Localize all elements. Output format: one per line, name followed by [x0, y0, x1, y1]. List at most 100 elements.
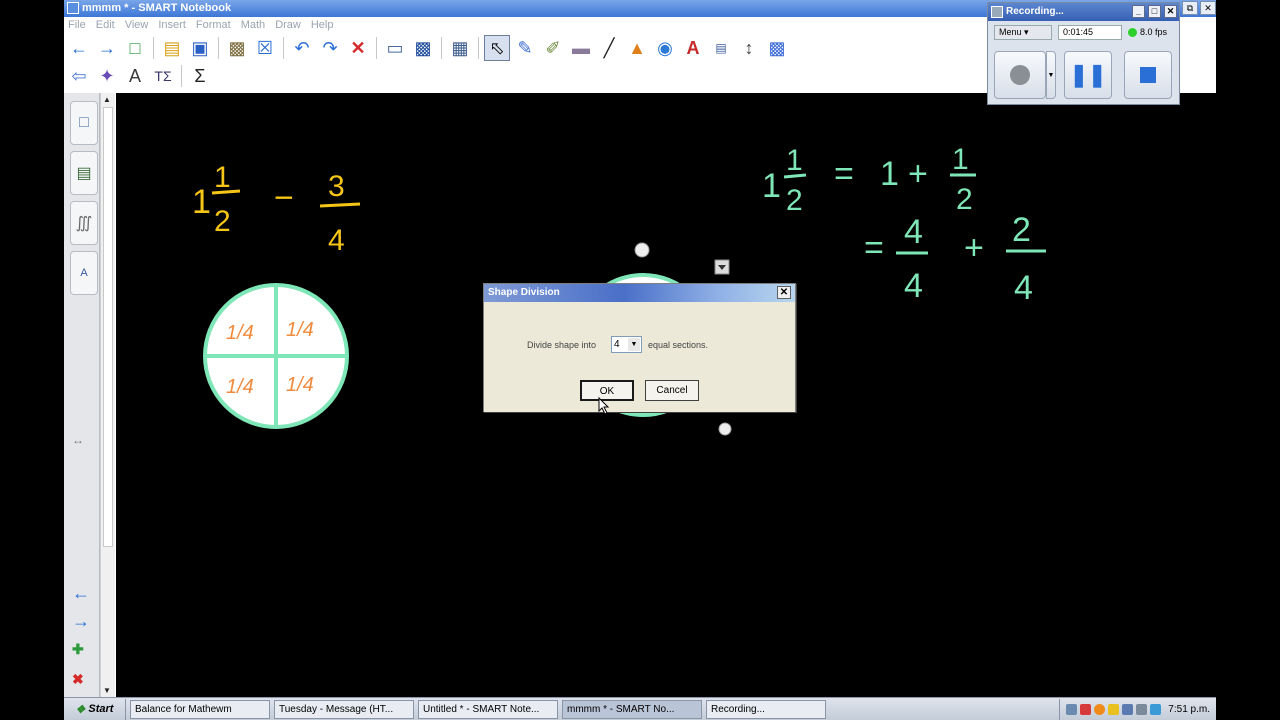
table-icon[interactable]: ▦: [447, 35, 473, 61]
tray-icon[interactable]: [1080, 703, 1092, 715]
shape-division-dialog: Shape Division ✕ Divide shape into 4 ▼ e…: [483, 283, 796, 412]
left-frac-bar-2: [319, 202, 361, 208]
add-page-icon[interactable]: ✚: [72, 641, 84, 658]
recorder-window: Recording... _ □ ✕ Menu ▾ 0:01:45 8.0 fp…: [987, 2, 1180, 105]
scroll-up-icon[interactable]: ▲: [103, 95, 111, 104]
record-button[interactable]: [994, 51, 1046, 99]
cancel-button[interactable]: Cancel: [645, 380, 699, 401]
delete-icon[interactable]: ✕: [345, 35, 371, 61]
menu-edit[interactable]: Edit: [96, 17, 115, 33]
menu-format[interactable]: Format: [196, 17, 231, 33]
sections-select[interactable]: 4 ▼: [611, 336, 642, 353]
sigma-icon[interactable]: Σ: [187, 63, 213, 89]
math-tools-icon[interactable]: ▩: [764, 35, 790, 61]
resize-handle[interactable]: [718, 422, 732, 436]
stop-button[interactable]: [1124, 51, 1172, 99]
page-sorter-tab[interactable]: □: [70, 101, 98, 145]
select-icon[interactable]: ⬁: [484, 35, 510, 61]
menu-view[interactable]: View: [125, 17, 149, 33]
status-dot-icon: [1128, 27, 1137, 37]
right-num-a: 4: [904, 213, 923, 251]
forward-icon[interactable]: →: [94, 35, 120, 61]
tray-icon[interactable]: [1122, 703, 1134, 715]
tray-icon[interactable]: [1094, 703, 1106, 715]
redo-icon[interactable]: ↷: [317, 35, 343, 61]
start-button[interactable]: ❖ Start: [64, 698, 126, 720]
move-toolbar-icon[interactable]: ↕: [736, 35, 762, 61]
open-icon[interactable]: ▤: [159, 35, 185, 61]
main-toolbar: ← → □ ▤ ▣ ▩ ☒ ↶ ↷ ✕ ▭ ▩ ▦ ⬁ ✎ ✐ ▬ ╱ ▲ ◉ …: [64, 34, 790, 62]
resize-icon[interactable]: ↔: [72, 433, 84, 447]
left-num: 1: [214, 161, 231, 194]
left-den2: 4: [328, 224, 345, 257]
recorder-minimize-button[interactable]: _: [1132, 5, 1145, 18]
tray-icon[interactable]: [1136, 703, 1148, 715]
task-untitled-notebook[interactable]: Untitled * - SMART Note...: [418, 699, 558, 719]
shapes-icon[interactable]: ▲: [624, 35, 650, 61]
attachments-tab[interactable]: ∭: [70, 201, 98, 245]
save-icon[interactable]: ▣: [187, 35, 213, 61]
previous-page-icon[interactable]: ⇦: [66, 63, 92, 89]
fill-icon[interactable]: ◉: [652, 35, 678, 61]
task-balance[interactable]: Balance for Mathewm: [130, 699, 270, 719]
pause-button[interactable]: ❚❚: [1064, 51, 1112, 99]
paste-icon[interactable]: ▩: [224, 35, 250, 61]
delete-page-nav-icon[interactable]: ✖: [72, 671, 84, 688]
tray-icon[interactable]: [1066, 703, 1078, 715]
chevron-down-icon: ▼: [1047, 71, 1055, 79]
vertical-scrollbar[interactable]: ▲ ▼: [100, 93, 115, 697]
system-tray: 7:51 p.m.: [1059, 698, 1216, 720]
quartered-circle[interactable]: [203, 283, 349, 429]
fps-indicator: 8.0 fps: [1128, 27, 1167, 37]
magic-pen-icon[interactable]: ✦: [94, 63, 120, 89]
record-options-button[interactable]: ▼: [1046, 51, 1056, 99]
properties-tab[interactable]: A: [70, 251, 98, 295]
task-label: Balance for Mathewm: [135, 703, 232, 715]
delete-page-icon[interactable]: ☒: [252, 35, 278, 61]
chevron-down-icon[interactable]: ▼: [628, 338, 640, 351]
undo-icon[interactable]: ↶: [289, 35, 315, 61]
menu-draw[interactable]: Draw: [275, 17, 301, 33]
restore-button[interactable]: ⧉: [1182, 1, 1198, 15]
tray-icon[interactable]: [1150, 703, 1162, 715]
recorder-maximize-button[interactable]: □: [1148, 5, 1161, 18]
recorder-close-button[interactable]: ✕: [1164, 5, 1177, 18]
eraser-icon[interactable]: ▬: [568, 35, 594, 61]
full-screen-icon[interactable]: ▭: [382, 35, 408, 61]
task-mmmm-notebook[interactable]: mmmm * - SMART No...: [562, 699, 702, 719]
menu-file[interactable]: File: [68, 17, 86, 33]
close-window-button[interactable]: ✕: [1200, 1, 1216, 15]
properties-icon[interactable]: ▤: [708, 35, 734, 61]
gallery-tab[interactable]: ▤: [70, 151, 98, 195]
recorder-status-row: Menu ▾ 0:01:45 8.0 fps: [988, 21, 1179, 43]
dialog-close-button[interactable]: ✕: [777, 286, 791, 299]
back-icon[interactable]: ←: [66, 35, 92, 61]
task-recording[interactable]: Recording...: [706, 699, 826, 719]
menu-math[interactable]: Math: [241, 17, 265, 33]
pen-icon[interactable]: ✎: [512, 35, 538, 61]
menu-insert[interactable]: Insert: [158, 17, 186, 33]
equation-icon[interactable]: TΣ: [150, 63, 176, 89]
recorder-menu-button[interactable]: Menu ▾: [994, 24, 1052, 40]
menu-help[interactable]: Help: [311, 17, 334, 33]
tray-icon[interactable]: [1108, 703, 1120, 715]
divide-label: Divide shape into: [527, 340, 597, 350]
new-page-icon[interactable]: □: [122, 35, 148, 61]
rotate-handle[interactable]: [634, 242, 650, 258]
scroll-down-icon[interactable]: ▼: [103, 686, 111, 695]
line-icon[interactable]: ╱: [596, 35, 622, 61]
scroll-thumb[interactable]: [103, 107, 113, 547]
right-eq2: =: [864, 229, 884, 267]
right-plus: +: [908, 155, 928, 193]
text-recognition-icon[interactable]: A: [122, 63, 148, 89]
right-den-a: 4: [904, 267, 923, 305]
prev-page-nav-icon[interactable]: ←: [72, 583, 90, 604]
creative-pen-icon[interactable]: ✐: [540, 35, 566, 61]
screen-shade-icon[interactable]: ▩: [410, 35, 436, 61]
task-label: mmmm * - SMART No...: [567, 703, 675, 715]
next-page-nav-icon[interactable]: →: [72, 611, 90, 632]
left-den: 2: [214, 205, 231, 238]
text-icon[interactable]: A: [680, 35, 706, 61]
right-plus2: +: [964, 229, 984, 267]
task-tuesday-message[interactable]: Tuesday - Message (HT...: [274, 699, 414, 719]
